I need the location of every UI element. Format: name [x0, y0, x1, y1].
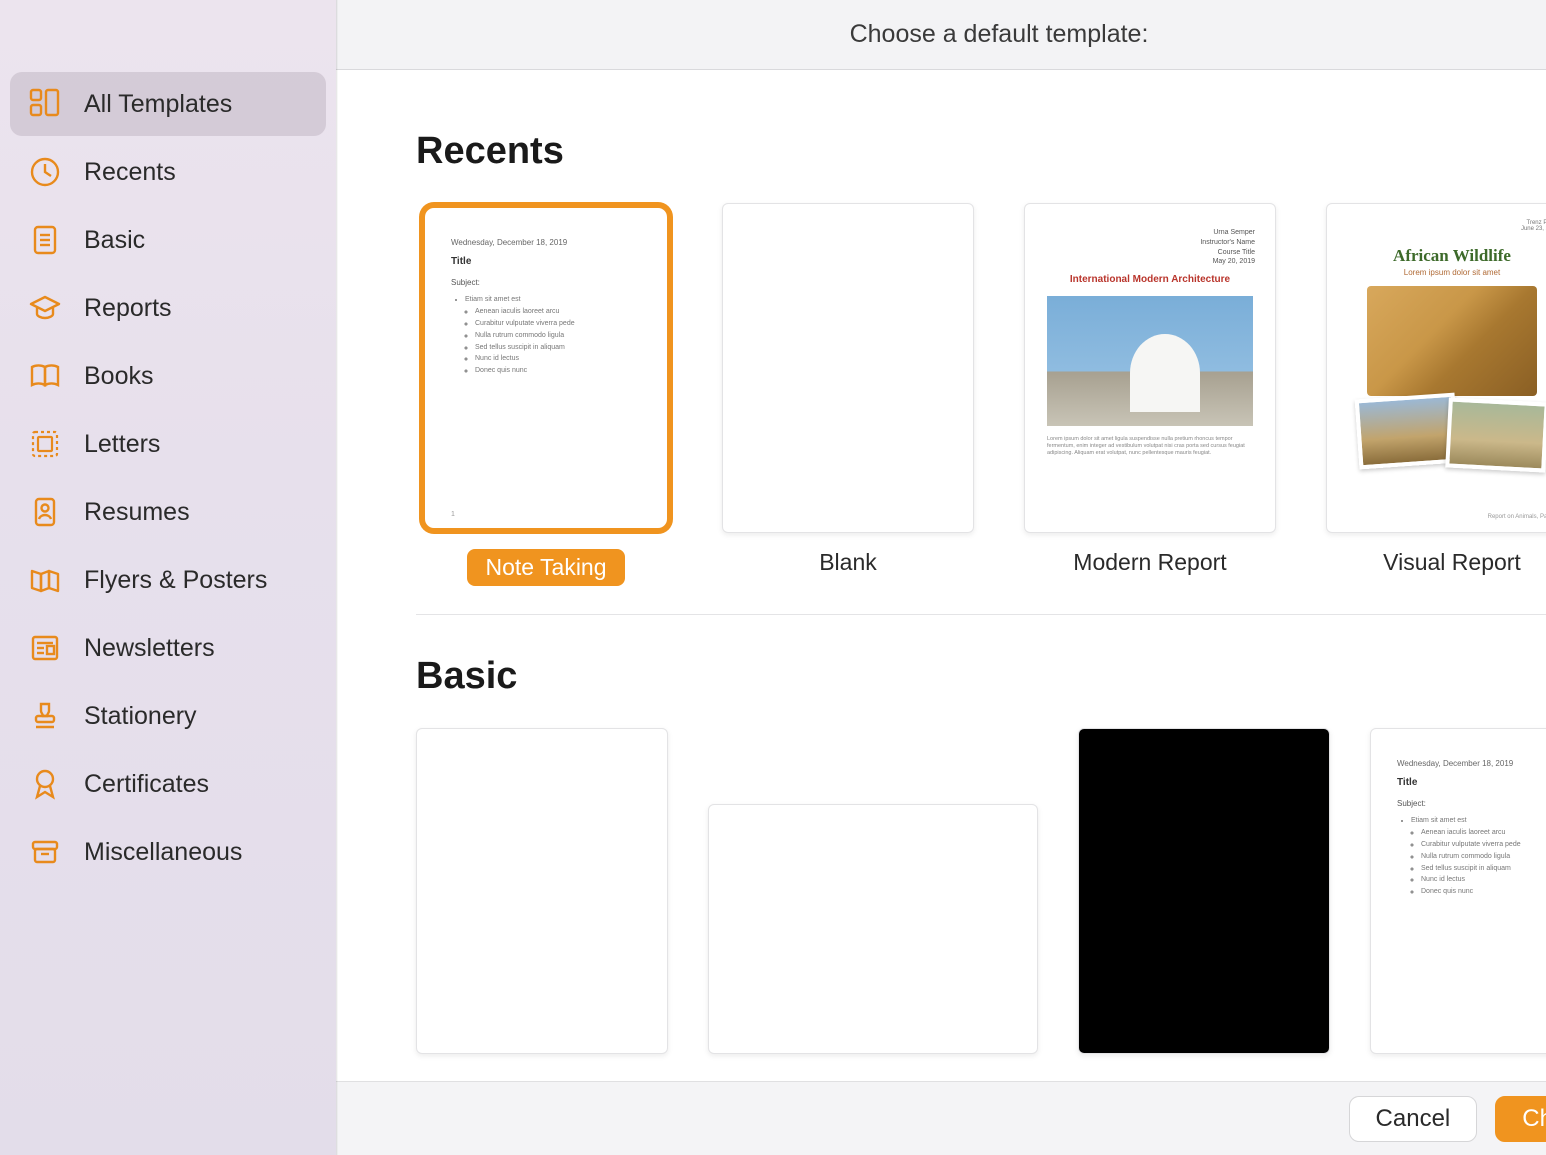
- grid-icon: [26, 85, 64, 123]
- main-panel: Choose a default template: Recents Wedne…: [336, 0, 1546, 1155]
- page-icon: [26, 221, 64, 259]
- preview-title: Title: [451, 256, 471, 267]
- sidebar-item-basic[interactable]: Basic: [10, 208, 326, 272]
- row-recents: Wednesday, December 18, 2019 Title Subje…: [416, 203, 1546, 615]
- preview-pagenum: 1: [451, 511, 455, 518]
- book-icon: [26, 357, 64, 395]
- template-basic-portrait-dark[interactable]: [1078, 728, 1330, 1054]
- stamp2-icon: [26, 697, 64, 735]
- template-visual-report[interactable]: Trenz Pruca June 23, 2019 African Wildli…: [1322, 203, 1546, 586]
- preview-meerkat-photo: [1445, 397, 1546, 472]
- sidebar-item-reports[interactable]: Reports: [10, 276, 326, 340]
- ribbon-icon: [26, 765, 64, 803]
- preview-footer: Report on Animals, Page 1: [1488, 514, 1546, 520]
- sidebar-item-label: Basic: [84, 226, 145, 255]
- content-scroll[interactable]: Recents Wednesday, December 18, 2019 Tit…: [336, 70, 1546, 1155]
- preview-building: [1130, 334, 1200, 412]
- preview-meta: Urna Semper Instructor's Name Course Tit…: [1200, 228, 1255, 267]
- preview-subject: Subject:: [1397, 799, 1426, 808]
- template-note-taking[interactable]: Wednesday, December 18, 2019 Title Subje…: [416, 203, 676, 586]
- sidebar-item-label: Certificates: [84, 770, 209, 799]
- template-thumb: Urna Semper Instructor's Name Course Tit…: [1024, 203, 1276, 533]
- sidebar-item-stationery[interactable]: Stationery: [10, 684, 326, 748]
- sidebar-item-books[interactable]: Books: [10, 344, 326, 408]
- preview-date: Wednesday, December 18, 2019: [451, 238, 567, 247]
- news-icon: [26, 629, 64, 667]
- gradcap-icon: [26, 289, 64, 327]
- preview-bullets: Etiam sit amet est Aenean iaculis laoree…: [455, 294, 575, 377]
- sidebar-item-label: Flyers & Posters: [84, 566, 267, 595]
- preview-date: Wednesday, December 18, 2019: [1397, 759, 1513, 768]
- section-title-basic: Basic: [416, 655, 1546, 698]
- section-title-recents: Recents: [416, 130, 1546, 173]
- sidebar-item-label: Recents: [84, 158, 176, 187]
- preview-giraffe-image: [1367, 286, 1537, 396]
- header: Choose a default template:: [336, 0, 1546, 70]
- template-label: Blank: [819, 549, 877, 576]
- preview-para: Lorem ipsum dolor sit amet ligula suspen…: [1047, 436, 1253, 457]
- preview-meta: Trenz Pruca June 23, 2019: [1521, 220, 1546, 232]
- cancel-button[interactable]: Cancel: [1349, 1096, 1478, 1142]
- preview-photos: [1357, 392, 1546, 476]
- preview-subject: Subject:: [451, 278, 480, 287]
- sidebar-item-recents[interactable]: Recents: [10, 140, 326, 204]
- sidebar-item-label: Miscellaneous: [84, 838, 242, 867]
- preview-title: International Modern Architecture: [1025, 274, 1275, 285]
- template-label: Note Taking: [467, 549, 624, 586]
- template-blank[interactable]: Blank: [718, 203, 978, 586]
- sidebar-item-label: Newsletters: [84, 634, 215, 663]
- sidebar: All Templates Recents Basic Reports: [0, 0, 336, 1155]
- sidebar-item-newsletters[interactable]: Newsletters: [10, 616, 326, 680]
- template-basic-landscape-white[interactable]: [708, 804, 1038, 1054]
- template-basic-portrait-white[interactable]: [416, 728, 668, 1054]
- preview-title: African Wildlife: [1327, 246, 1546, 266]
- sidebar-item-miscellaneous[interactable]: Miscellaneous: [10, 820, 326, 884]
- sidebar-item-certificates[interactable]: Certificates: [10, 752, 326, 816]
- sidebar-item-label: Reports: [84, 294, 172, 323]
- sidebar-item-label: All Templates: [84, 90, 232, 119]
- template-label: Modern Report: [1073, 549, 1226, 576]
- template-thumb: Wednesday, December 18, 2019 Title Subje…: [420, 203, 672, 533]
- sidebar-item-resumes[interactable]: Resumes: [10, 480, 326, 544]
- header-title: Choose a default template:: [850, 20, 1149, 49]
- archive-icon: [26, 833, 64, 871]
- template-thumb: [722, 203, 974, 533]
- sidebar-item-flyers-posters[interactable]: Flyers & Posters: [10, 548, 326, 612]
- sidebar-item-label: Resumes: [84, 498, 190, 527]
- fold-icon: [26, 561, 64, 599]
- sidebar-item-label: Stationery: [84, 702, 197, 731]
- sidebar-item-all-templates[interactable]: All Templates: [10, 72, 326, 136]
- preview-elephant-photo: [1355, 393, 1460, 470]
- stamp-icon: [26, 425, 64, 463]
- preview-bullets: Etiam sit amet est Aenean iaculis laoree…: [1401, 815, 1521, 898]
- row-basic: Wednesday, December 18, 2019 Title Subje…: [416, 728, 1546, 1054]
- template-thumb: Trenz Pruca June 23, 2019 African Wildli…: [1326, 203, 1546, 533]
- template-label: Visual Report: [1383, 549, 1521, 576]
- choose-button[interactable]: Choose: [1495, 1096, 1546, 1142]
- sidebar-item-label: Letters: [84, 430, 160, 459]
- preview-subtitle: Lorem ipsum dolor sit amet: [1327, 268, 1546, 277]
- sidebar-item-letters[interactable]: Letters: [10, 412, 326, 476]
- preview-title: Title: [1397, 777, 1417, 788]
- template-modern-report[interactable]: Urna Semper Instructor's Name Course Tit…: [1020, 203, 1280, 586]
- footer: Cancel Choose: [336, 1081, 1546, 1155]
- template-basic-note-taking[interactable]: Wednesday, December 18, 2019 Title Subje…: [1370, 728, 1546, 1054]
- idcard-icon: [26, 493, 64, 531]
- sidebar-item-label: Books: [84, 362, 153, 391]
- clock-icon: [26, 153, 64, 191]
